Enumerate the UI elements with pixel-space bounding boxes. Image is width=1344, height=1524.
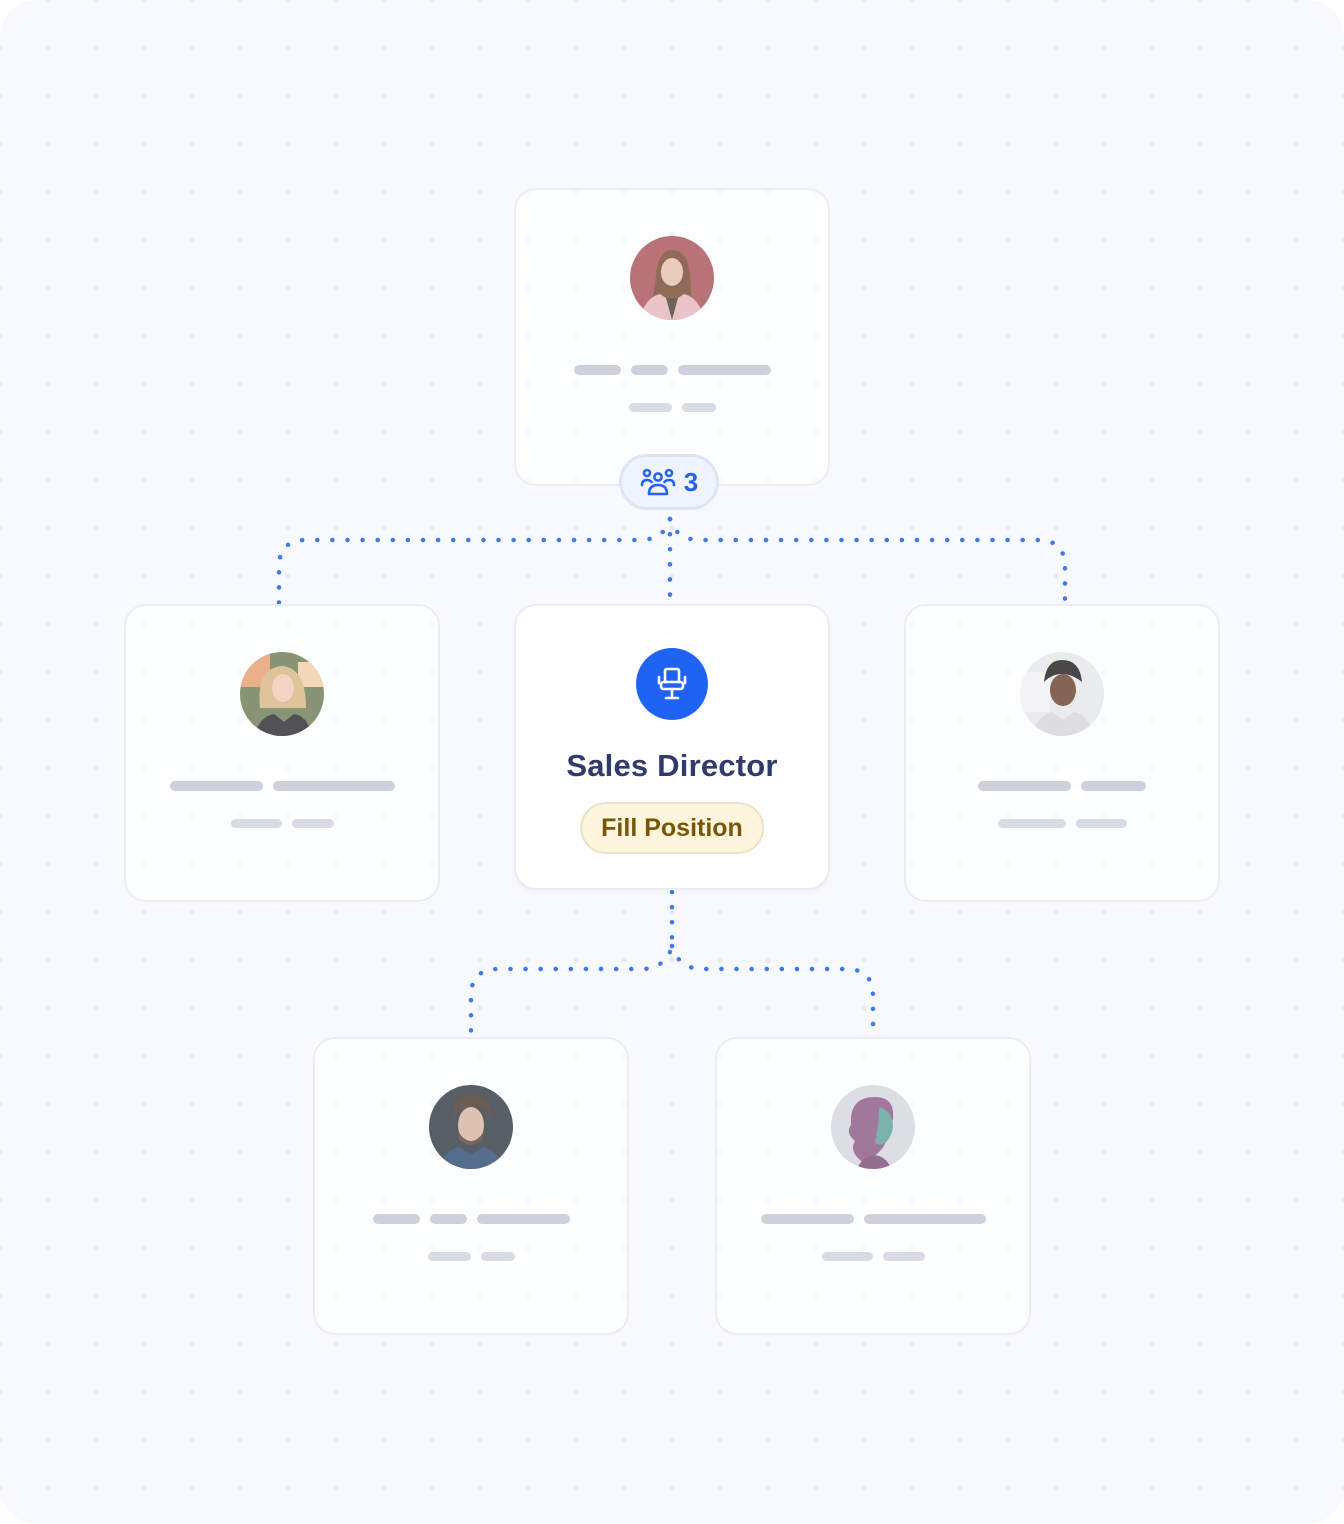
org-card-left[interactable]: [124, 604, 440, 902]
org-card-bottom-left[interactable]: [313, 1037, 629, 1335]
fill-position-button[interactable]: Fill Position: [580, 802, 764, 854]
avatar-woman-blonde-outdoor: [240, 652, 324, 736]
direct-reports-count: 3: [683, 466, 699, 497]
skeleton-bar: [427, 1252, 471, 1261]
avatar-woman-pink-blazer: [630, 236, 714, 320]
role-placeholder: [126, 819, 438, 828]
skeleton-bar: [677, 365, 771, 375]
skeleton-bar: [169, 781, 263, 791]
link-center-to-bottom-left: [468, 889, 675, 1040]
skeleton-bar: [882, 1252, 925, 1261]
skeleton-bar: [978, 781, 1071, 791]
org-card-bottom-right[interactable]: [715, 1037, 1031, 1335]
skeleton-bar: [573, 365, 621, 375]
team-icon: [640, 468, 676, 496]
skeleton-bar: [429, 1214, 467, 1224]
skeleton-bar: [760, 1214, 854, 1224]
org-chart-canvas: 3 Sales Director Fill Position: [0, 0, 1344, 1524]
link-root-to-right: [667, 516, 1068, 607]
skeleton-bar: [821, 1252, 873, 1261]
open-position-card[interactable]: Sales Director Fill Position: [514, 604, 830, 890]
name-placeholder: [516, 365, 828, 375]
skeleton-bar: [480, 1252, 515, 1261]
role-placeholder: [516, 403, 828, 412]
skeleton-bar: [1081, 781, 1146, 791]
office-chair-icon: [636, 648, 708, 720]
role-placeholder: [315, 1252, 627, 1261]
name-placeholder: [906, 781, 1218, 791]
skeleton-bar: [476, 1214, 570, 1224]
skeleton-bar: [272, 781, 395, 791]
org-card-root[interactable]: [514, 188, 830, 486]
skeleton-bar: [681, 403, 716, 412]
direct-reports-badge[interactable]: 3: [619, 454, 719, 510]
avatar-man-beard-dark-bg: [429, 1085, 513, 1169]
skeleton-bar: [628, 403, 672, 412]
skeleton-bar: [630, 365, 668, 375]
skeleton-bar: [291, 819, 334, 828]
skeleton-bar: [997, 819, 1066, 828]
avatar-woman-profile-duotone: [831, 1085, 915, 1169]
link-root-to-left: [276, 516, 673, 607]
link-center-to-bottom-right: [669, 943, 876, 1040]
position-title: Sales Director: [566, 748, 778, 783]
role-placeholder: [717, 1252, 1029, 1261]
skeleton-bar: [372, 1214, 420, 1224]
skeleton-bar: [230, 819, 282, 828]
name-placeholder: [126, 781, 438, 791]
avatar-woman-short-hair-smiling: [1020, 652, 1104, 736]
role-placeholder: [906, 819, 1218, 828]
skeleton-bar: [863, 1214, 986, 1224]
name-placeholder: [315, 1214, 627, 1224]
org-card-right[interactable]: [904, 604, 1220, 902]
name-placeholder: [717, 1214, 1029, 1224]
skeleton-bar: [1075, 819, 1127, 828]
